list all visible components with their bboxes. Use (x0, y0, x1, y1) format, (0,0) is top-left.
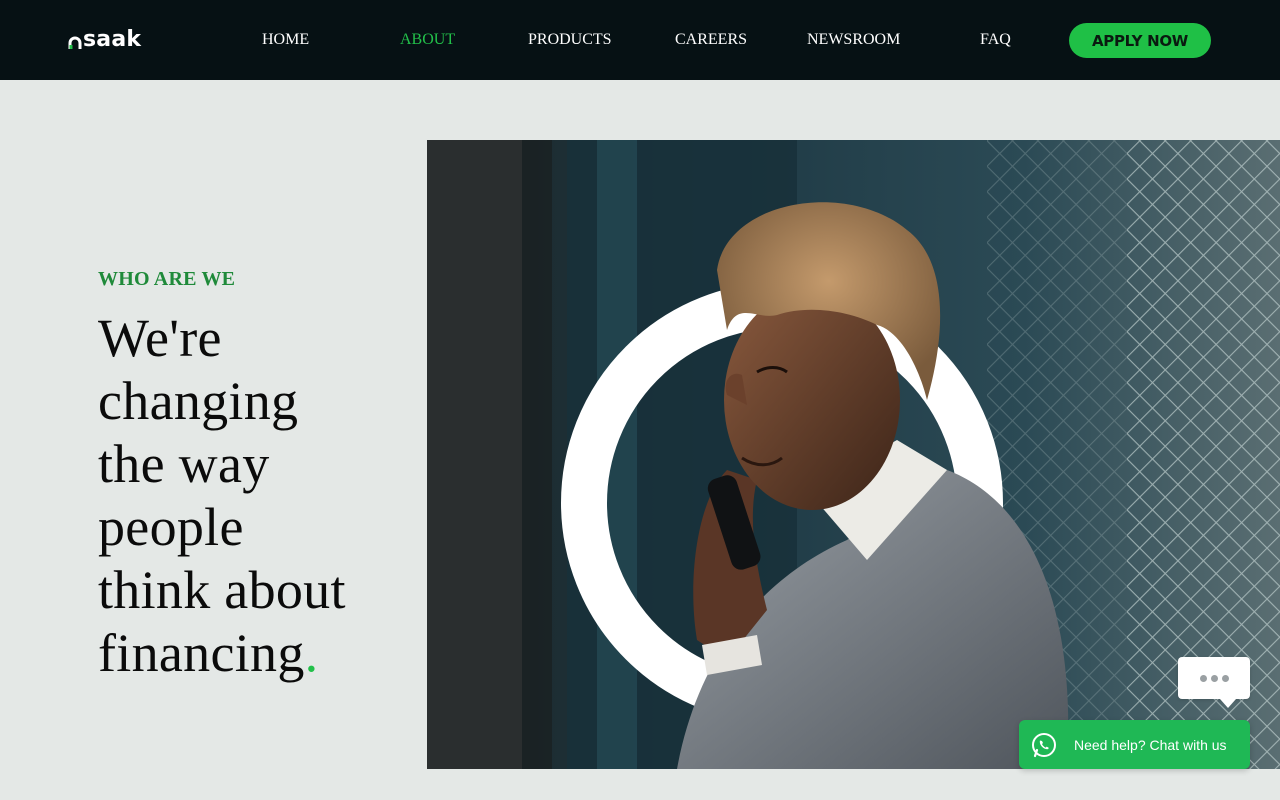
headline-line: We're (98, 308, 222, 368)
headline-line: changing (98, 371, 299, 431)
headline-line-last: financing. (98, 622, 398, 685)
headline-accent-dot: . (304, 623, 319, 683)
headline-line: think about (98, 560, 346, 620)
nav-careers[interactable]: CAREERS (675, 30, 747, 50)
headline-line: the way (98, 434, 270, 494)
nav-newsroom[interactable]: NEWSROOM (807, 30, 900, 50)
headline-line: people (98, 497, 244, 557)
nav-about[interactable]: ABOUT (400, 30, 455, 50)
typing-dot (1221, 674, 1229, 682)
brand-logo[interactable]: saak (68, 28, 141, 52)
apply-now-button[interactable]: APPLY NOW (1069, 23, 1211, 58)
whatsapp-icon (1032, 732, 1056, 757)
chat-help-button[interactable]: Need help? Chat with us (1019, 720, 1250, 769)
top-navbar: saak HOME ABOUT PRODUCTS CAREERS NEWSROO… (0, 0, 1280, 80)
hero-photo (427, 140, 1280, 769)
logo-mark-icon (68, 36, 82, 49)
nav-home[interactable]: HOME (262, 30, 309, 50)
chat-help-label: Need help? Chat with us (1074, 736, 1227, 753)
typing-dots-icon[interactable] (1178, 657, 1250, 708)
logo-text: saak (83, 27, 142, 52)
nav-faq[interactable]: FAQ (980, 30, 1011, 50)
hero-headline: We're changing the way people think abou… (98, 307, 398, 685)
typing-dot (1210, 674, 1218, 682)
section-eyebrow: WHO ARE WE (98, 268, 236, 290)
typing-dot (1199, 674, 1207, 682)
headline-last-word: financing (98, 623, 305, 683)
photo-woman-on-phone-icon (427, 140, 1280, 769)
nav-products[interactable]: PRODUCTS (528, 30, 612, 50)
